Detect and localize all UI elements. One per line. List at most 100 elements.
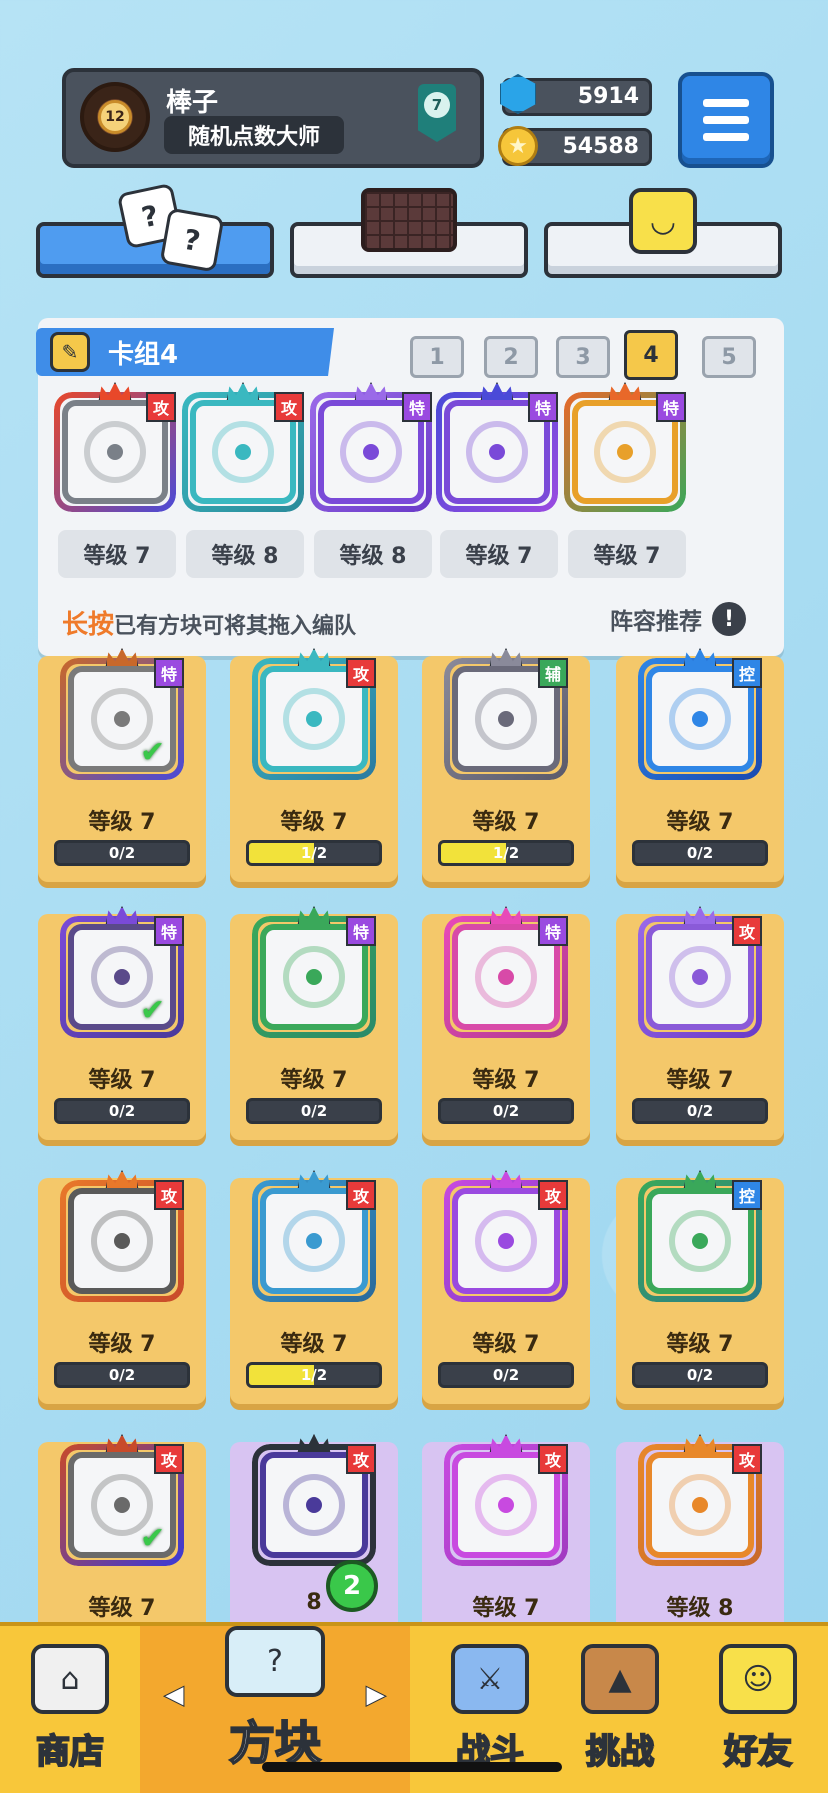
nav-challenge[interactable]: ▲ 挑战 [550, 1626, 690, 1793]
collection-card-art: 特 [444, 906, 568, 1038]
collection-card-level: 等级 7 [472, 810, 540, 835]
rank-number: 7 [424, 92, 450, 118]
profile-panel[interactable]: 12 棒子 随机点数大师 7 [62, 68, 484, 168]
upgrade-progress-text: 1/2 [300, 844, 328, 862]
type-tag: 控 [732, 1180, 762, 1210]
sword-shield-icon: ⚔ [451, 1644, 529, 1714]
type-tag: 特 [528, 392, 558, 422]
type-tag: 攻 [154, 1180, 184, 1210]
type-tag: 攻 [346, 1180, 376, 1210]
deck-tab-1[interactable]: 1 [410, 336, 464, 378]
type-tag: 攻 [346, 658, 376, 688]
collection-card[interactable]: 控等级 7 0/2 [616, 648, 784, 882]
recommend-label: 阵容推荐 [610, 609, 702, 635]
collection-card[interactable]: 辅等级 7 1/2 [422, 648, 590, 882]
collection-card[interactable]: 攻等级 7 1/2 [230, 648, 398, 882]
collection-card-level: 等级 7 [666, 810, 734, 835]
collection-card-art: 攻 [444, 1434, 568, 1566]
home-indicator[interactable] [262, 1762, 562, 1772]
deck-card[interactable]: 攻 [182, 382, 304, 512]
collection-card-art: 特 ✔ [60, 648, 184, 780]
upgrade-progress-bar: 1/2 [438, 840, 574, 866]
upgrade-progress-text: 1/2 [300, 1366, 328, 1384]
deck-card-level: 等级 8 [314, 530, 432, 578]
upgrade-progress-bar: 0/2 [632, 840, 768, 866]
deck-card-level: 等级 7 [440, 530, 558, 578]
check-icon: ✔ [140, 735, 166, 770]
upgrade-progress-text: 0/2 [686, 1102, 714, 1120]
collection-card[interactable]: 攻等级 7 0/2 [38, 1170, 206, 1404]
collection-card[interactable]: 特等级 7 0/2 [422, 906, 590, 1140]
shop-icon: ⌂ [31, 1644, 109, 1714]
upgrade-progress-text: 0/2 [108, 844, 136, 862]
collection-card-art: 特 [252, 906, 376, 1038]
menu-button[interactable] [678, 72, 774, 168]
collection-card-art: 特 ✔ [60, 906, 184, 1038]
deck-tab-2[interactable]: 2 [484, 336, 538, 378]
menu-line-icon [703, 99, 749, 107]
deck-card[interactable]: 攻 [54, 382, 176, 512]
collection-card-level: 等级 7 [666, 1332, 734, 1357]
deck-card[interactable]: 特 [436, 382, 558, 512]
nav-friends-label: 好友 [723, 1731, 793, 1773]
upgrade-progress-text: 0/2 [300, 1102, 328, 1120]
collection-card-art: 攻 [252, 1434, 376, 1566]
upgrade-progress-bar: 0/2 [632, 1362, 768, 1388]
collection-card-art: 攻 [444, 1170, 568, 1302]
tab-dice[interactable]: ? ? [36, 182, 274, 278]
upgrade-progress-text: 0/2 [108, 1102, 136, 1120]
upgrade-progress-bar: 0/2 [54, 840, 190, 866]
collection-card-level: 等级 8 [666, 1596, 734, 1621]
deck-tab-5[interactable]: 5 [702, 336, 756, 378]
arrow-right-icon[interactable]: ▶ [366, 1680, 387, 1711]
collection-card[interactable]: 攻等级 7 1/2 [230, 1170, 398, 1404]
upgrade-progress-text: 0/2 [686, 1366, 714, 1384]
tab-emoji[interactable]: ◡ [544, 188, 782, 278]
collection-card-level: 等级 7 [280, 1068, 348, 1093]
upgrade-progress-text: 0/2 [492, 1366, 520, 1384]
check-icon: ✔ [140, 1521, 166, 1556]
collection-card[interactable]: 特 ✔ 等级 7 0/2 [38, 648, 206, 882]
upgrade-progress-bar: 0/2 [54, 1098, 190, 1124]
notification-badge: 2 [326, 1560, 378, 1612]
deck-card-level: 等级 7 [568, 530, 686, 578]
collection-card-level: 等级 7 [472, 1596, 540, 1621]
collection-card-art: 攻 [638, 1434, 762, 1566]
tab-board[interactable] [290, 188, 528, 278]
player-avatar[interactable]: 12 [80, 82, 150, 152]
recommend-button[interactable]: 阵容推荐 ! [610, 602, 746, 636]
type-tag: 攻 [538, 1444, 568, 1474]
type-tag: 特 [346, 916, 376, 946]
collection-card[interactable]: 特 ✔ 等级 7 0/2 [38, 906, 206, 1140]
coin-icon: ★ [498, 126, 538, 166]
castle-icon: ▲ [581, 1644, 659, 1714]
deck-tab-3[interactable]: 3 [556, 336, 610, 378]
collection-card-level: 等级 7 [88, 1332, 156, 1357]
collection-card-level: 等级 7 [280, 810, 348, 835]
exclamation-icon: ! [712, 602, 746, 636]
edit-icon[interactable]: ✎ [50, 332, 90, 372]
rank-badge[interactable]: 7 [418, 84, 456, 142]
deck-panel: 卡组4 ✎ 1 2 3 4 5 攻等级 7 攻等级 8 特等级 8 特等级 7 特等级 … [36, 318, 784, 656]
collection-card-art: 攻 [252, 648, 376, 780]
collection-card[interactable]: 攻等级 7 0/2 [616, 906, 784, 1140]
nav-friends[interactable]: ☺ 好友 [688, 1626, 828, 1793]
collection-card[interactable]: 攻等级 7 0/2 [422, 1170, 590, 1404]
upgrade-progress-text: 1/2 [492, 844, 520, 862]
hint-emphasis: 长按 [62, 610, 115, 640]
collection-card-art: 攻 ✔ [60, 1434, 184, 1566]
smiley-icon: ◡ [629, 188, 697, 254]
deck-card[interactable]: 特 [310, 382, 432, 512]
arrow-left-icon[interactable]: ◀ [164, 1680, 185, 1711]
nav-shop[interactable]: ⌂ 商店 [0, 1626, 140, 1793]
deck-card[interactable]: 特 [564, 382, 686, 512]
upgrade-progress-bar: 0/2 [54, 1362, 190, 1388]
collection-card-art: 控 [638, 1170, 762, 1302]
type-tag: 特 [154, 916, 184, 946]
deck-card-level: 等级 8 [186, 530, 304, 578]
collection-card[interactable]: 控等级 7 0/2 [616, 1170, 784, 1404]
collection-card[interactable]: 特等级 7 0/2 [230, 906, 398, 1140]
deck-tab-4[interactable]: 4 [624, 330, 678, 380]
upgrade-progress-text: 0/2 [492, 1102, 520, 1120]
type-tag: 攻 [146, 392, 176, 422]
